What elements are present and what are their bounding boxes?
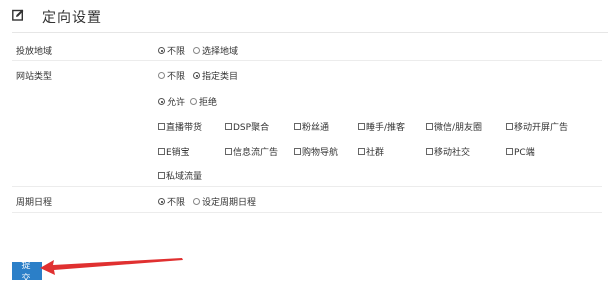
radio-icon[interactable] <box>158 47 165 54</box>
annotation-arrow-icon <box>40 258 183 275</box>
option-label: 不限 <box>167 47 186 57</box>
permit-allow[interactable]: 允许 <box>158 95 185 108</box>
radio-icon[interactable] <box>158 72 165 79</box>
category-label: 信息流广告 <box>233 148 279 158</box>
region-option-unlimited[interactable]: 不限 <box>158 44 185 57</box>
option-label: 指定类目 <box>202 72 239 82</box>
delivery-region-row: 投放地域 不限 选择地域 <box>12 38 602 61</box>
category-label: 睡手/推客 <box>366 123 406 133</box>
category-checkbox[interactable]: 信息流广告 <box>225 145 278 158</box>
schedule-label: 周期日程 <box>16 198 53 208</box>
radio-icon[interactable] <box>193 47 200 54</box>
delivery-region-label: 投放地域 <box>16 47 53 57</box>
category-label: DSP聚合 <box>233 123 270 133</box>
schedule-option-custom[interactable]: 设定周期日程 <box>193 195 256 208</box>
category-checkbox[interactable]: 直播带货 <box>158 120 202 133</box>
option-label: 不限 <box>167 198 186 208</box>
checkbox-icon[interactable] <box>358 123 365 130</box>
checkbox-icon[interactable] <box>294 148 301 155</box>
schedule-option-unlimited[interactable]: 不限 <box>158 195 185 208</box>
category-checkbox[interactable]: 购物导航 <box>294 145 338 158</box>
radio-icon[interactable] <box>158 98 165 105</box>
checkbox-icon[interactable] <box>506 123 513 130</box>
checkbox-icon[interactable] <box>426 148 433 155</box>
category-label: 粉丝通 <box>302 123 330 133</box>
category-checkbox[interactable]: 微信/朋友圈 <box>426 120 482 133</box>
checkbox-icon[interactable] <box>158 172 165 179</box>
radio-icon[interactable] <box>190 98 197 105</box>
category-label: 社群 <box>366 148 385 158</box>
category-label: PC端 <box>514 148 535 158</box>
category-checkbox[interactable]: 移动社交 <box>426 145 470 158</box>
website-mode-unlimited[interactable]: 不限 <box>158 69 185 82</box>
edit-icon <box>12 9 24 21</box>
website-type-label: 网站类型 <box>16 72 53 82</box>
option-label: 不限 <box>167 72 186 82</box>
website-type-row: 网站类型 不限 指定类目 允许 拒绝 直播带货 DSP聚合 粉丝通 睡手/推客 … <box>12 61 602 187</box>
category-checkbox[interactable]: 私域流量 <box>158 169 202 182</box>
radio-icon[interactable] <box>158 198 165 205</box>
option-label: 设定周期日程 <box>202 198 257 208</box>
website-mode-specified[interactable]: 指定类目 <box>193 69 238 82</box>
radio-icon[interactable] <box>193 72 200 79</box>
category-checkbox[interactable]: E销宝 <box>158 145 190 158</box>
category-label: 直播带货 <box>166 123 203 133</box>
category-checkbox[interactable]: DSP聚合 <box>225 120 269 133</box>
permit-deny[interactable]: 拒绝 <box>190 95 217 108</box>
checkbox-icon[interactable] <box>158 148 165 155</box>
option-label: 选择地域 <box>202 47 239 57</box>
category-checkbox[interactable]: PC端 <box>506 145 535 158</box>
category-label: 购物导航 <box>302 148 339 158</box>
category-checkbox[interactable]: 移动开屏广告 <box>506 120 568 133</box>
category-checkbox[interactable]: 粉丝通 <box>294 120 329 133</box>
category-checkbox[interactable]: 社群 <box>358 145 384 158</box>
checkbox-icon[interactable] <box>158 123 165 130</box>
checkbox-icon[interactable] <box>426 123 433 130</box>
category-label: 移动社交 <box>434 148 471 158</box>
checkbox-icon[interactable] <box>294 123 301 130</box>
radio-icon[interactable] <box>193 198 200 205</box>
checkbox-icon[interactable] <box>358 148 365 155</box>
section-title: 定向设置 <box>42 10 102 26</box>
option-label: 允许 <box>167 98 186 108</box>
checkbox-icon[interactable] <box>506 148 513 155</box>
region-option-select[interactable]: 选择地域 <box>193 44 238 57</box>
category-label: 微信/朋友圈 <box>434 123 483 133</box>
category-label: 移动开屏广告 <box>514 123 569 133</box>
checkbox-icon[interactable] <box>225 123 232 130</box>
option-label: 拒绝 <box>199 98 218 108</box>
category-checkbox[interactable]: 睡手/推客 <box>358 120 405 133</box>
category-label: E销宝 <box>166 148 190 158</box>
category-label: 私域流量 <box>166 172 203 182</box>
checkbox-icon[interactable] <box>225 148 232 155</box>
schedule-row: 周期日程 不限 设定周期日程 <box>12 187 602 213</box>
section-header: 定向设置 <box>12 0 608 33</box>
